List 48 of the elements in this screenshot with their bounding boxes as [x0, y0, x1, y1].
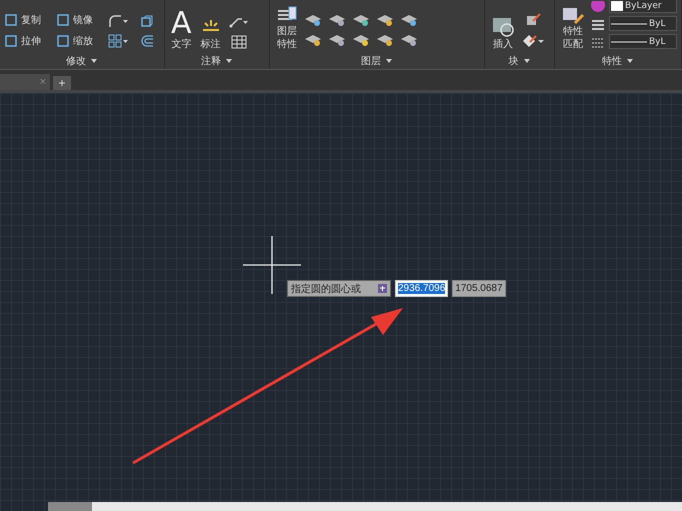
property-dropdown[interactable]: ByL: [609, 34, 677, 49]
dimension-tool-button[interactable]: 标注: [198, 16, 224, 51]
command-line-handle[interactable]: [48, 502, 92, 511]
property-dropdown[interactable]: ByL: [609, 16, 677, 31]
insert-block-icon: [491, 16, 515, 38]
dropdown-value: ByLayer: [625, 0, 662, 10]
match-properties-button[interactable]: 特性 匹配: [559, 7, 587, 51]
panel-title-button[interactable]: 块: [485, 53, 554, 69]
panel-title-button[interactable]: 修改: [0, 53, 164, 69]
crosshair-cursor-icon: [243, 236, 301, 294]
dropdown-value: ByL: [649, 36, 666, 46]
tool-button[interactable]: 缩放: [56, 31, 106, 51]
caret-icon: [522, 58, 530, 64]
caret-icon: [626, 58, 634, 64]
tool-button[interactable]: 镜像: [56, 10, 106, 30]
dropdown-value: ByL: [649, 18, 666, 28]
options-down-icon: [378, 284, 387, 293]
panel-title-button[interactable]: 图层: [270, 53, 484, 69]
table-icon: [230, 35, 247, 49]
caret-icon: [225, 58, 233, 64]
line-sample-icon: [611, 40, 647, 44]
letter-glyph-icon: A: [171, 10, 192, 38]
block-editor-icon: [525, 11, 541, 27]
linetype-icon: [591, 37, 605, 49]
text-tool-button[interactable]: A 文字: [169, 10, 194, 51]
prompt-text: 指定圆的圆心或: [291, 282, 361, 296]
insert-block-button[interactable]: 插入: [489, 16, 517, 51]
color-wheel-icon: [591, 1, 605, 13]
array-icon: [108, 34, 130, 48]
property-dropdown[interactable]: ByLayer: [609, 0, 677, 13]
coordinate-input-field[interactable]: 2936.7096: [395, 280, 448, 297]
panel-title-button[interactable]: 注释: [165, 53, 269, 69]
color-swatch-icon: [611, 0, 623, 10]
new-tab-button[interactable]: +: [53, 76, 71, 90]
block-attribute-icon: [521, 33, 545, 49]
line-sample-icon: [611, 22, 647, 26]
offset-icon: [140, 34, 154, 48]
caret-icon: [90, 58, 98, 64]
layer-properties-button[interactable]: 图层 特性: [274, 5, 300, 51]
caret-icon: [385, 58, 393, 64]
lineweight-icon: [591, 19, 605, 31]
panel-title-button[interactable]: 特性: [555, 53, 681, 69]
cube-icon: [140, 14, 154, 28]
tool-button[interactable]: 拉伸: [4, 31, 54, 51]
coordinate-input-field[interactable]: 1705.0687: [452, 280, 506, 297]
match-properties-icon: [561, 7, 585, 25]
tool-button[interactable]: 复制: [4, 10, 54, 30]
fillet-icon: [108, 14, 130, 28]
